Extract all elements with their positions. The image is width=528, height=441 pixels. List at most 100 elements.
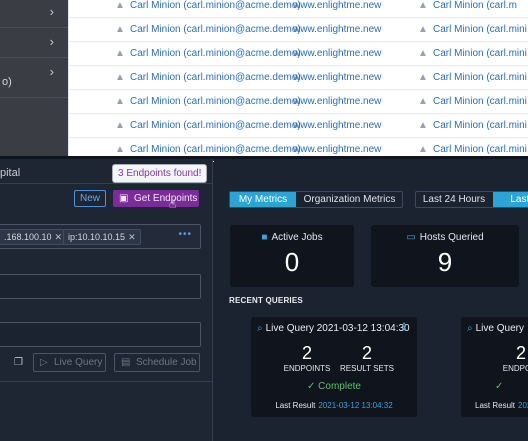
- url-cell[interactable]: www.enlightme.new: [293, 120, 381, 131]
- url-cell[interactable]: www.enlightme.new: [293, 48, 381, 59]
- user-cell[interactable]: Carl Minion (carl.mini: [433, 120, 527, 131]
- user-cell[interactable]: Carl Minion (carl.minion@acme.demo): [130, 0, 301, 11]
- user-cell[interactable]: Carl Minion (carl.minion@acme.demo): [130, 72, 301, 83]
- get-endpoints-button[interactable]: ▣ Get Endpoints: [113, 190, 199, 207]
- user-cell[interactable]: Carl Minion (carl.minion@acme.demo): [130, 24, 301, 35]
- metric-value: 0: [284, 247, 300, 277]
- sidebar-item-label: o): [2, 76, 12, 88]
- last-result-row: Last Result 2021-03-12 13:04:32: [251, 401, 417, 410]
- sidebar: › › › o): [0, 0, 68, 156]
- user-cell[interactable]: Carl Minion (carl.mini: [433, 24, 527, 35]
- last-result-time[interactable]: 2021-03-12 13:04:32: [318, 401, 392, 410]
- close-icon[interactable]: ✕: [55, 232, 63, 242]
- chevron-right-icon: ›: [49, 64, 54, 79]
- result-sets-caption: RESULT SETS: [340, 364, 394, 373]
- calendar-icon: ▤: [121, 357, 131, 368]
- query-textarea[interactable]: [0, 322, 201, 347]
- user-cell[interactable]: Carl Minion (carl.minion@acme.demo): [130, 120, 301, 131]
- monitor-icon: ▭: [406, 232, 416, 243]
- search-icon: ⌕: [257, 323, 263, 334]
- query-card[interactable]: ⌕Live Query 2 ENDPOIN ✓ Last Result2021-: [461, 317, 528, 417]
- tab-organization-metrics[interactable]: Organization Metrics: [297, 192, 402, 207]
- status-badge: ✓ Complete: [251, 381, 417, 392]
- user-cell[interactable]: Carl Minion (carl.mini: [433, 72, 527, 83]
- table-row[interactable]: ▲ Carl Minion (carl.minion@acme.demo) ww…: [69, 42, 528, 66]
- url-cell[interactable]: www.enlightme.new: [293, 144, 381, 155]
- sidebar-item[interactable]: ›: [0, 28, 68, 58]
- close-icon[interactable]: ✕: [128, 232, 136, 242]
- url-cell[interactable]: www.enlightme.new: [293, 96, 381, 107]
- user-icon: ▲: [418, 48, 428, 59]
- table-row[interactable]: ▲ Carl Minion (carl.minion@acme.demo) ww…: [69, 66, 528, 90]
- user-cell[interactable]: Carl Minion (carl.mini: [433, 96, 527, 107]
- url-cell[interactable]: www.enlightme.new: [293, 72, 381, 83]
- query-panel: pital New ▣ Get Endpoints ☝ .168.100.10 ✕…: [0, 159, 213, 441]
- chevron-right-icon: ›: [49, 4, 54, 19]
- get-endpoints-label: Get Endpoints: [134, 193, 198, 204]
- tab-last-7[interactable]: Last 7: [493, 192, 528, 207]
- query-card[interactable]: ⌕ Live Query 2021-03-12 13:04:30 ⋮ 2 2 EN…: [251, 317, 417, 417]
- active-jobs-card: ■ Active Jobs 0: [230, 225, 354, 287]
- url-cell[interactable]: www.enlightme.new: [293, 24, 381, 35]
- user-cell[interactable]: Carl Minion (carl.minion@acme.demo): [130, 96, 301, 107]
- user-icon: ▲: [115, 144, 125, 155]
- more-icon[interactable]: •••: [178, 229, 192, 240]
- query-input[interactable]: [0, 274, 201, 299]
- pointer-cursor-icon: ☝: [169, 197, 177, 211]
- table-row[interactable]: ▲ Carl Minion (carl.minion@acme.demo) ww…: [69, 0, 528, 18]
- user-icon: ▲: [418, 144, 428, 155]
- kebab-menu-icon[interactable]: ⋮: [399, 322, 409, 333]
- briefcase-icon: ■: [261, 232, 268, 243]
- tab-my-metrics[interactable]: My Metrics: [230, 192, 296, 207]
- time-range-tabs: Last 24 Hours Last 7: [415, 191, 528, 208]
- user-cell[interactable]: Carl Minion (carl.minion@acme.demo): [130, 144, 301, 155]
- user-cell[interactable]: Carl Minion (carl.minion@acme.demo): [130, 48, 301, 59]
- divider: [0, 381, 213, 382]
- user-cell[interactable]: Carl Minion (carl.mini: [433, 48, 527, 59]
- user-icon: ▲: [115, 24, 125, 35]
- schedule-job-button[interactable]: ▤ Schedule Job: [114, 353, 200, 372]
- query-title: Live Query 2021-03-12 13:04:30: [265, 323, 410, 334]
- user-cell[interactable]: Carl Minion (carl.m: [433, 0, 517, 11]
- table-row[interactable]: ▲ Carl Minion (carl.minion@acme.demo) ww…: [69, 114, 528, 138]
- metrics-tabs: My Metrics Organization Metrics: [229, 191, 403, 208]
- check-icon: ✓: [307, 381, 316, 392]
- endpoint-chip[interactable]: .168.100.10 ✕: [0, 229, 68, 245]
- new-button[interactable]: New: [74, 190, 106, 207]
- search-icon: ⌕: [467, 323, 473, 334]
- user-icon: ▲: [418, 24, 428, 35]
- hosts-queried-card: ▭ Hosts Queried 9: [371, 225, 519, 287]
- endpoints-caption: ENDPOIN: [502, 364, 528, 373]
- last-result-time[interactable]: 2021-: [518, 401, 528, 410]
- endpoint-chip[interactable]: ip:10.10.10.15 ✕: [63, 229, 141, 245]
- live-query-button[interactable]: ▷ Live Query: [33, 353, 106, 372]
- endpoints-count: 2: [301, 343, 312, 363]
- play-icon: ▷: [40, 357, 48, 368]
- table-row[interactable]: ▲ Carl Minion (carl.minion@acme.demo) ww…: [69, 18, 528, 42]
- tab-last-24-hours[interactable]: Last 24 Hours: [416, 192, 492, 207]
- user-icon: ▲: [115, 72, 125, 83]
- chip-label: ip:10.10.10.15: [68, 232, 126, 242]
- url-cell[interactable]: www.enlightme.new: [293, 0, 381, 11]
- copy-icon[interactable]: ❐: [14, 357, 23, 368]
- last-result-label: Last Result: [475, 401, 516, 410]
- panel-title: pital: [0, 167, 21, 179]
- sidebar-item[interactable]: ›: [0, 0, 68, 28]
- chip-label: .168.100.10: [4, 232, 52, 242]
- user-icon: ▲: [115, 48, 125, 59]
- endpoint-icon: ▣: [119, 193, 129, 204]
- user-icon: ▲: [418, 96, 428, 107]
- metric-label: Hosts Queried: [419, 232, 484, 243]
- metric-value: 9: [437, 247, 453, 277]
- table-row[interactable]: ▲ Carl Minion (carl.minion@acme.demo) ww…: [69, 90, 528, 114]
- endpoint-chips-input[interactable]: .168.100.10 ✕ ip:10.10.10.15 ✕ •••: [0, 224, 201, 249]
- app-root: › › › o) ▲ Carl Minion (carl.minion@acme…: [0, 0, 528, 441]
- chevron-right-icon: ›: [49, 34, 54, 49]
- result-sets-count: 2: [361, 343, 372, 363]
- user-cell[interactable]: Carl Minion (carl.mini: [433, 144, 527, 155]
- schedule-job-label: Schedule Job: [136, 357, 197, 368]
- dashboard-panel: My Metrics Organization Metrics Last 24 …: [214, 159, 528, 441]
- user-icon: ▲: [115, 0, 125, 11]
- metric-label: Active Jobs: [271, 232, 323, 243]
- metric-label-row: ■ Active Jobs: [230, 232, 354, 243]
